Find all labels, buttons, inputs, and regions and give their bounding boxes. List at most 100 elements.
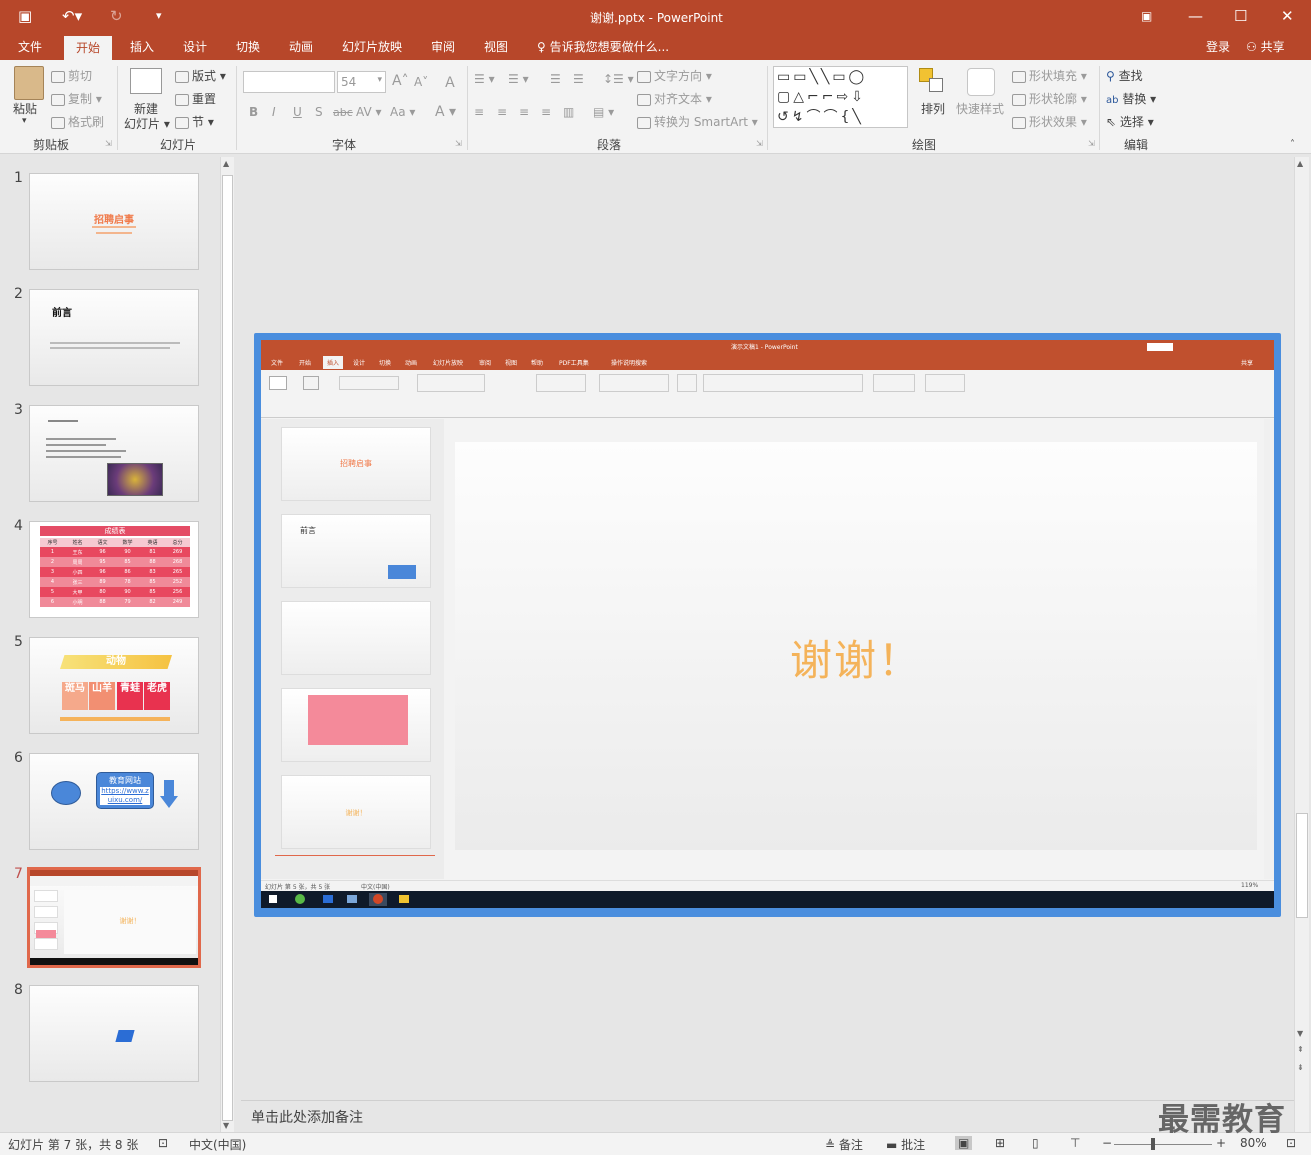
new-slide-dropdown[interactable]: 幻灯片 ▾	[124, 115, 170, 132]
quick-styles-icon[interactable]	[967, 68, 995, 96]
zoom-slider-handle[interactable]	[1151, 1138, 1155, 1150]
undo-icon[interactable]: ↶▾	[62, 6, 82, 26]
tab-design[interactable]: 设计	[183, 38, 207, 56]
underline-icon[interactable]: U	[293, 105, 302, 119]
zoom-slider[interactable]	[1114, 1144, 1212, 1145]
align-center-icon[interactable]: ≡	[497, 105, 507, 119]
bold-icon[interactable]: B	[249, 105, 258, 119]
scroll-up-icon[interactable]: ▲	[223, 159, 229, 168]
slide-thumbnail-8[interactable]	[29, 985, 199, 1082]
italic-icon[interactable]: I	[272, 105, 276, 119]
justify-icon[interactable]: ≡	[541, 105, 551, 119]
slide-thumbnail-2[interactable]: 前言	[29, 289, 199, 386]
bullets-icon[interactable]: ☰ ▾	[474, 72, 495, 86]
tab-file[interactable]: 文件	[18, 38, 42, 56]
notes-placeholder[interactable]: 单击此处添加备注	[251, 1107, 363, 1127]
paste-button[interactable]: 粘贴	[13, 100, 37, 117]
maximize-icon[interactable]: ☐	[1234, 6, 1247, 26]
sign-in-link[interactable]: 登录	[1206, 38, 1230, 56]
ribbon-display-icon[interactable]: ▣	[1141, 6, 1152, 26]
notes-pane[interactable]: 单击此处添加备注	[241, 1100, 1294, 1132]
paste-dropdown-icon[interactable]: ▾	[22, 116, 27, 126]
align-left-icon[interactable]: ≡	[474, 105, 484, 119]
new-slide-icon[interactable]	[130, 68, 162, 94]
copy-button[interactable]: 复制 ▾	[51, 90, 102, 107]
next-slide-icon[interactable]: ⇟	[1297, 1063, 1304, 1072]
zoom-out-icon[interactable]: −	[1102, 1136, 1112, 1150]
comments-button[interactable]: ▬ 批注	[886, 1136, 925, 1153]
line-spacing-icon[interactable]: ↕☰ ▾	[603, 72, 634, 86]
section-button[interactable]: 节 ▾	[175, 113, 214, 130]
change-case-icon[interactable]: Aa ▾	[390, 105, 415, 119]
scroll-thumb[interactable]	[222, 175, 233, 1121]
current-slide[interactable]: 演示文稿1 - PowerPoint 文件 开始 插入 设计 切换 动画 幻灯片…	[254, 333, 1281, 917]
shape-fill-button[interactable]: 形状填充 ▾	[1012, 67, 1087, 84]
scroll-thumb[interactable]	[1296, 813, 1308, 918]
find-button[interactable]: ⚲ 查找	[1106, 67, 1143, 84]
font-size-combobox[interactable]: 54 ▾	[337, 71, 386, 93]
shape-outline-button[interactable]: 形状轮廓 ▾	[1012, 90, 1087, 107]
clear-format-icon[interactable]: Ａ	[443, 72, 457, 92]
shape-effects-button[interactable]: 形状效果 ▾	[1012, 113, 1087, 130]
select-button[interactable]: ⇖ 选择 ▾	[1106, 113, 1154, 130]
tab-animations[interactable]: 动画	[289, 38, 313, 56]
align-text-button[interactable]: 对齐文本 ▾	[637, 90, 712, 107]
quick-styles-button[interactable]: 快速样式	[956, 100, 1004, 117]
slide-thumbnail-3[interactable]	[29, 405, 199, 502]
slide-sorter-icon[interactable]: ⊞	[995, 1136, 1005, 1150]
paste-icon[interactable]	[14, 66, 44, 100]
slide-thumbnail-5[interactable]: 动物 斑马 山羊 青蛙 老虎	[29, 637, 199, 734]
text-direction-button[interactable]: 文字方向 ▾	[637, 67, 712, 84]
close-icon[interactable]: ✕	[1281, 6, 1294, 26]
tab-insert[interactable]: 插入	[130, 38, 154, 56]
tab-review[interactable]: 审阅	[431, 38, 455, 56]
font-name-combobox[interactable]	[243, 71, 335, 93]
normal-view-icon[interactable]: ▣	[955, 1136, 973, 1150]
reading-view-icon[interactable]: ▯	[1032, 1136, 1039, 1150]
clipboard-launcher-icon[interactable]: ⇲	[105, 139, 112, 148]
share-button[interactable]: ⚇ 共享	[1246, 38, 1285, 56]
redo-icon[interactable]: ↻	[110, 6, 123, 26]
increase-indent-icon[interactable]: ☰	[573, 72, 584, 86]
slideshow-view-icon[interactable]: ⊤	[1070, 1136, 1080, 1150]
fit-slide-icon[interactable]: ⊡	[1286, 1136, 1296, 1150]
smartart-button[interactable]: 转换为 SmartArt ▾	[637, 113, 758, 130]
font-launcher-icon[interactable]: ⇲	[455, 139, 462, 148]
arrange-button[interactable]: 排列	[921, 100, 945, 117]
shadow-icon[interactable]: S	[315, 105, 323, 119]
tab-home[interactable]: 开始	[64, 36, 113, 60]
accessibility-icon[interactable]: ⊡	[158, 1136, 168, 1150]
distribute-icon[interactable]: ▥	[563, 105, 574, 119]
scroll-down-icon[interactable]: ▼	[1297, 1029, 1303, 1038]
tab-transitions[interactable]: 切换	[236, 38, 260, 56]
scroll-down-icon[interactable]: ▼	[223, 1121, 229, 1130]
minimize-icon[interactable]: —	[1188, 6, 1203, 26]
scroll-up-icon[interactable]: ▲	[1297, 159, 1303, 168]
reset-button[interactable]: 重置	[175, 90, 216, 107]
replace-button[interactable]: ab 替换 ▾	[1106, 90, 1156, 107]
layout-button[interactable]: 版式 ▾	[175, 67, 226, 84]
paragraph-launcher-icon[interactable]: ⇲	[756, 139, 763, 148]
cut-button[interactable]: 剪切	[51, 67, 92, 84]
slide-thumbnail-6[interactable]: 教育网站 https://www.zuixu.com/	[29, 753, 199, 850]
customize-qat-icon[interactable]: ▾	[156, 6, 162, 26]
language-status[interactable]: 中文(中国)	[189, 1136, 246, 1153]
decrease-indent-icon[interactable]: ☰	[550, 72, 561, 86]
collapse-ribbon-icon[interactable]: ˄	[1290, 139, 1295, 150]
slide-thumbnail-4[interactable]: 成绩表 序号 姓名 语文 数学 英语 总分 1 王东 96 90 81 269 2 周周 95 85 88 26…	[29, 521, 199, 618]
font-color-icon[interactable]: A ▾	[435, 104, 456, 120]
notes-button[interactable]: ≜ 备注	[825, 1136, 863, 1153]
shapes-gallery[interactable]: ▭▭╲╲▭◯ ▢△⌐⌐⇨⇩ ↺↯⌒⌒{╲	[773, 66, 908, 128]
save-icon[interactable]: ▣	[18, 6, 32, 26]
tab-slideshow[interactable]: 幻灯片放映	[342, 38, 402, 56]
format-painter-button[interactable]: 格式刷	[51, 113, 104, 130]
numbering-icon[interactable]: ☰ ▾	[508, 72, 529, 86]
tab-view[interactable]: 视图	[484, 38, 508, 56]
slide-scrollbar[interactable]: ▲ ▼ ⇞ ⇟	[1294, 157, 1309, 1132]
slide-thumbnail-7[interactable]: 谢谢！	[27, 867, 201, 968]
columns-icon[interactable]: ▤ ▾	[593, 105, 614, 119]
drawing-launcher-icon[interactable]: ⇲	[1088, 139, 1095, 148]
align-right-icon[interactable]: ≡	[519, 105, 529, 119]
strikethrough-icon[interactable]: abc	[333, 106, 353, 119]
thumbnail-scrollbar[interactable]: ▲ ▼	[220, 157, 234, 1132]
